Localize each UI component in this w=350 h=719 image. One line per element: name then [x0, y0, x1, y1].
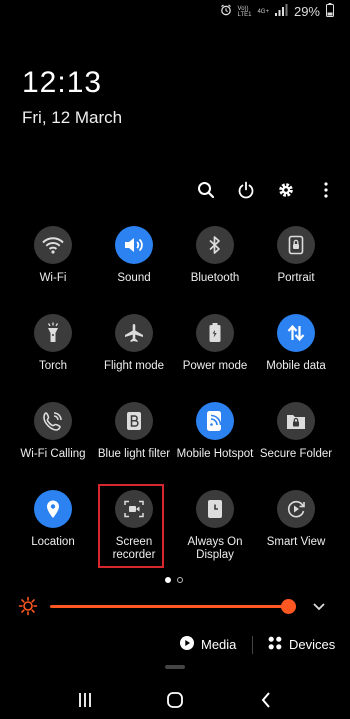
page-dot: [177, 577, 183, 583]
panel-actions: [196, 180, 336, 200]
signal-icon: [274, 4, 288, 19]
page-indicator: [165, 577, 183, 583]
divider: [252, 636, 253, 654]
brightness-thumb[interactable]: [281, 599, 296, 614]
tile-wifi[interactable]: Wi-Fi: [13, 226, 93, 285]
battery-percent: 29%: [293, 4, 320, 19]
tile-label: Mobile data: [266, 360, 326, 372]
tile-label: Wi-Fi Calling: [20, 448, 86, 460]
alarm-icon: [220, 4, 232, 19]
brightness-control[interactable]: [18, 595, 334, 617]
recent-apps-icon[interactable]: [73, 688, 97, 712]
devices-icon: [268, 636, 282, 653]
tile-label: Mobile Hotspot: [176, 448, 254, 460]
tile-sound[interactable]: Sound: [94, 226, 174, 285]
sun-icon: [18, 596, 38, 621]
tile-smart-view[interactable]: Smart View: [256, 490, 336, 549]
tile-mobile-data[interactable]: Mobile data: [256, 314, 336, 373]
battery-icon: [326, 3, 334, 20]
tile-label: Blue light filter: [97, 448, 171, 460]
tile-power-mode[interactable]: Power mode: [175, 314, 255, 373]
secure-folder-icon: [277, 402, 315, 440]
tile-label: Smart View: [266, 536, 326, 548]
brightness-track[interactable]: [50, 605, 290, 608]
wifi-icon: [34, 226, 72, 264]
play-icon: [180, 636, 194, 653]
always-on-display-icon: [196, 490, 234, 528]
tile-label: Always On Display: [187, 536, 243, 561]
tile-label: Wi-Fi: [39, 272, 67, 284]
tile-blue-light-filter[interactable]: Blue light filter: [94, 402, 174, 461]
tile-label: Bluetooth: [190, 272, 240, 284]
tile-always-on-display[interactable]: Always On Display: [175, 490, 255, 562]
media-devices-row: Media Devices: [0, 632, 350, 656]
hotspot-icon: [196, 402, 234, 440]
navigation-bar: [0, 688, 350, 712]
network-type-label: 4G+: [257, 8, 269, 15]
devices-button[interactable]: Devices: [268, 636, 335, 653]
media-button[interactable]: Media: [180, 636, 236, 653]
wifi-calling-icon: [34, 402, 72, 440]
back-icon[interactable]: [254, 688, 278, 712]
tile-label: Power mode: [182, 360, 248, 372]
page-dot: [165, 577, 171, 583]
tile-torch[interactable]: Torch: [13, 314, 93, 373]
tile-wifi-calling[interactable]: Wi-Fi Calling: [13, 402, 93, 461]
tile-label: Location: [31, 536, 75, 548]
media-label: Media: [201, 637, 237, 652]
torch-icon: [34, 314, 72, 352]
tile-label: Sound: [117, 272, 151, 284]
highlight-box: [98, 484, 164, 568]
tile-label: Portrait: [277, 272, 315, 284]
power-icon[interactable]: [236, 180, 256, 200]
tile-bluetooth[interactable]: Bluetooth: [175, 226, 255, 285]
tile-portrait[interactable]: Portrait: [256, 226, 336, 285]
tile-label: Torch: [38, 360, 68, 372]
drag-handle[interactable]: [165, 665, 185, 669]
search-icon[interactable]: [196, 180, 216, 200]
airplane-icon: [115, 314, 153, 352]
location-icon: [34, 490, 72, 528]
clock-time: 12:13: [22, 66, 103, 99]
tile-mobile-hotspot[interactable]: Mobile Hotspot: [175, 402, 255, 461]
tile-location[interactable]: Location: [13, 490, 93, 549]
more-options-icon[interactable]: [316, 180, 336, 200]
network-label: Vo)) LTE1: [238, 6, 252, 18]
tile-label: Secure Folder: [259, 448, 333, 460]
devices-label: Devices: [289, 637, 336, 652]
power-mode-icon: [196, 314, 234, 352]
home-icon[interactable]: [163, 688, 187, 712]
sound-icon: [115, 226, 153, 264]
tile-label: Flight mode: [103, 360, 165, 372]
network-mid-label: LTE1: [237, 11, 252, 18]
chevron-down-icon[interactable]: [312, 599, 326, 617]
blue-light-icon: [115, 402, 153, 440]
tile-secure-folder[interactable]: Secure Folder: [256, 402, 336, 461]
bluetooth-icon: [196, 226, 234, 264]
tile-flight-mode[interactable]: Flight mode: [94, 314, 174, 373]
clock-date: Fri, 12 March: [22, 108, 123, 127]
portrait-icon: [277, 226, 315, 264]
mobile-data-icon: [277, 314, 315, 352]
smart-view-icon: [277, 490, 315, 528]
gear-icon[interactable]: [276, 180, 296, 200]
status-bar: Vo)) LTE1 4G+ 29%: [0, 0, 350, 24]
